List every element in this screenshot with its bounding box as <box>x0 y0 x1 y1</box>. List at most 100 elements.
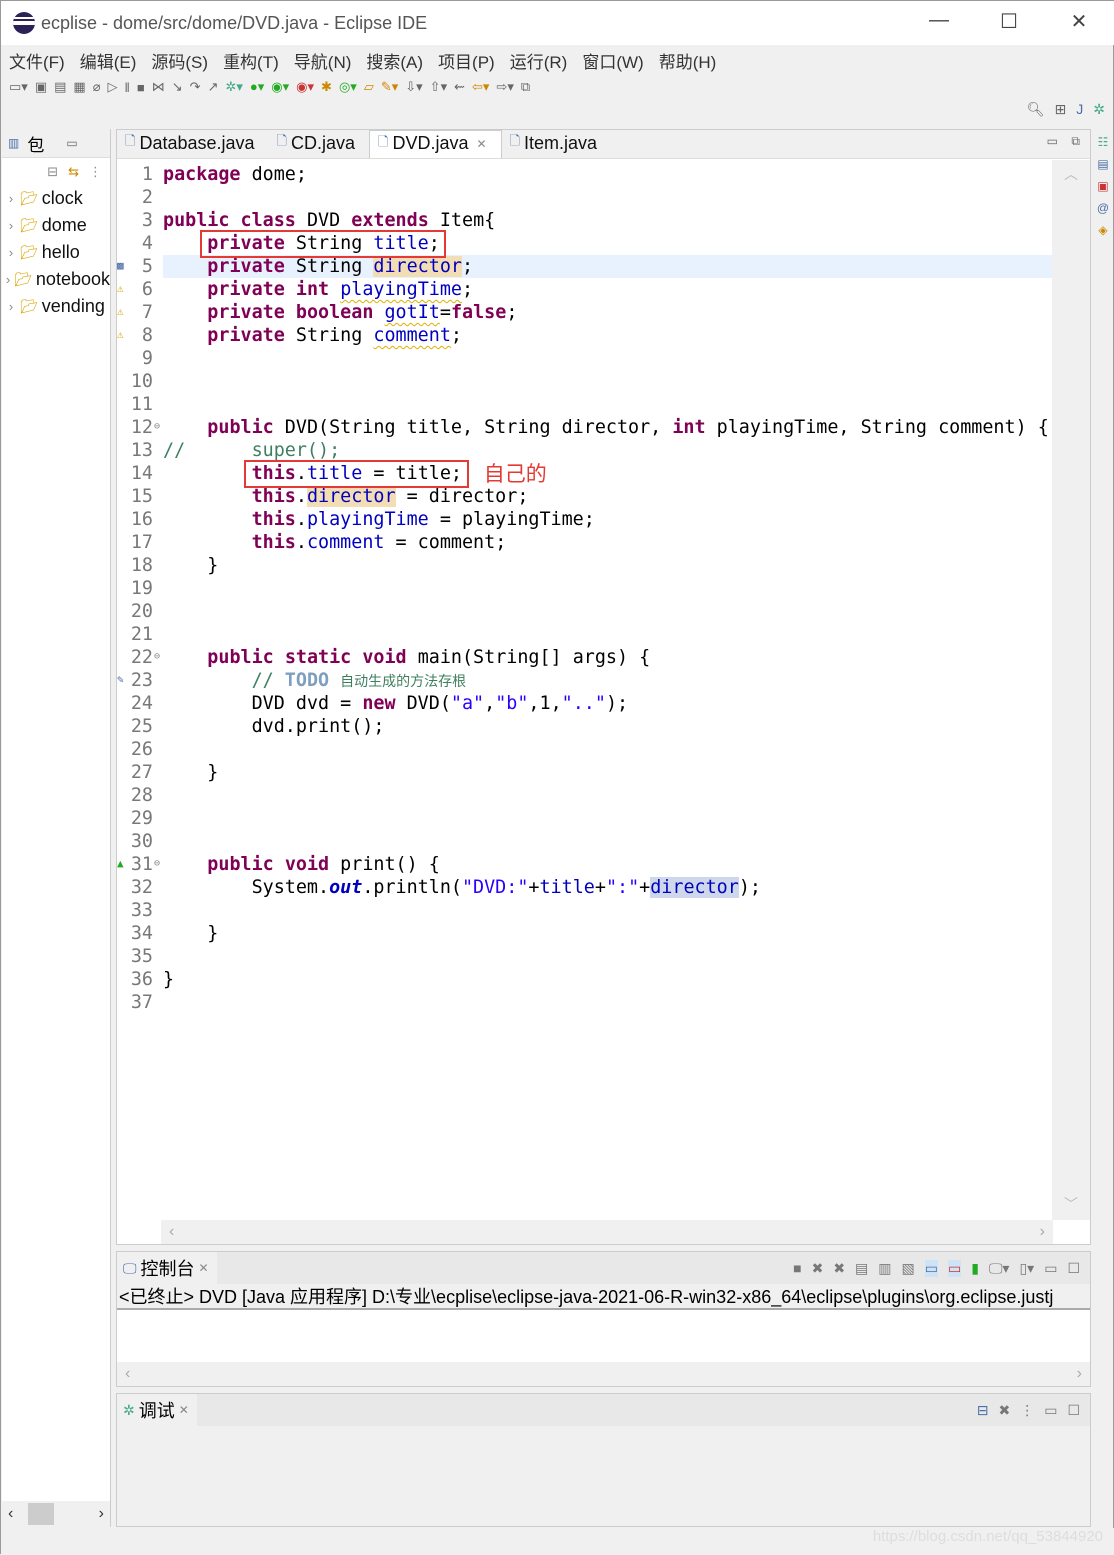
step-return-icon[interactable]: ↗ <box>208 79 219 95</box>
view-menu-icon[interactable]: ⋮ <box>1020 1402 1034 1419</box>
view-menu-icon[interactable]: ⋮ <box>89 164 102 180</box>
tab-dvd-java[interactable]: 🗋 DVD.java ✕ <box>369 130 502 158</box>
print-icon[interactable]: ▦ <box>73 79 85 95</box>
new-java-project-icon[interactable]: ✱ <box>321 79 332 95</box>
expand-arrow-icon[interactable]: › <box>2 191 20 206</box>
debug-tab[interactable]: ✲ 调试 ✕ <box>117 1394 197 1426</box>
tab-item-java[interactable]: 🗋 Item.java <box>502 130 611 158</box>
scroll-right-icon[interactable]: › <box>1077 1365 1082 1383</box>
menu-project[interactable]: 项目(P) <box>438 48 495 73</box>
menu-run[interactable]: 运行(R) <box>510 48 568 73</box>
link-editor-icon[interactable]: ⇆ <box>68 164 79 180</box>
outline-icon[interactable]: ☷ <box>1091 135 1114 149</box>
scroll-left-icon[interactable]: ‹ <box>125 1365 130 1383</box>
back-icon[interactable]: ⇦▾ <box>472 79 489 95</box>
code-line[interactable] <box>163 899 1053 922</box>
console-horizontal-scrollbar[interactable]: ‹ › <box>117 1362 1090 1386</box>
expand-arrow-icon[interactable]: › <box>2 245 20 260</box>
menu-help[interactable]: 帮助(H) <box>659 48 717 73</box>
code-line[interactable]: private boolean gotIt=false; <box>163 301 1053 324</box>
pin-console-icon[interactable]: ▮ <box>971 1260 979 1277</box>
code-line[interactable]: private String comment; <box>163 324 1053 347</box>
expand-arrow-icon[interactable]: › <box>2 272 14 287</box>
save-icon[interactable]: ▣ <box>35 79 47 95</box>
minimize-button[interactable]: — <box>919 9 959 32</box>
code-line[interactable]: } <box>163 922 1053 945</box>
show-stderr-icon[interactable]: ▭ <box>947 1259 962 1277</box>
open-type-icon[interactable]: ▱ <box>364 79 374 95</box>
last-edit-icon[interactable]: ⇜ <box>454 79 465 95</box>
code-line[interactable]: DVD dvd = new DVD("a","b",1,".."); <box>163 692 1053 715</box>
word-wrap-icon[interactable]: ▧ <box>902 1260 915 1277</box>
new-class-icon[interactable]: ◎▾ <box>339 79 357 95</box>
code-line[interactable] <box>163 807 1053 830</box>
menu-refactor[interactable]: 重构(T) <box>223 48 279 73</box>
debug-icon[interactable]: ✲▾ <box>225 79 242 95</box>
maximize-editor-icon[interactable]: ⧉ <box>1071 134 1080 149</box>
remove-all-icon[interactable]: ✖ <box>833 1260 845 1277</box>
close-tab-icon[interactable]: ✕ <box>199 1261 209 1275</box>
scroll-left-icon[interactable]: ‹ <box>8 1505 13 1523</box>
terminate-icon[interactable]: ■ <box>137 80 145 95</box>
minimize-view-icon[interactable]: ▭ <box>66 136 77 150</box>
code-line[interactable] <box>163 393 1053 416</box>
menu-window[interactable]: 窗口(W) <box>582 48 643 73</box>
close-button[interactable]: ✕ <box>1059 9 1099 34</box>
remove-launch-icon[interactable]: ✖ <box>812 1260 824 1277</box>
code-line[interactable]: public DVD(String title, String director… <box>163 416 1053 439</box>
menu-source[interactable]: 源码(S) <box>151 48 208 73</box>
code-line[interactable] <box>163 830 1053 853</box>
tree-item-project[interactable]: › 📂︎ vending <box>2 293 110 320</box>
code-area[interactable]: 1 package dome; 2 3 public class DVD extends… <box>117 160 1053 1220</box>
search-icon[interactable]: 🔍︎ <box>1027 101 1045 118</box>
open-perspective-icon[interactable]: ⊞ <box>1055 101 1067 118</box>
tab-database-java[interactable]: 🗋 Database.java <box>117 130 269 158</box>
expand-arrow-icon[interactable]: › <box>2 299 20 314</box>
external-tools-icon[interactable]: ◉▾ <box>296 79 314 95</box>
suspend-icon[interactable]: ‖ <box>125 80 130 95</box>
code-line[interactable] <box>163 991 1053 1014</box>
maximize-button[interactable]: ☐ <box>989 9 1029 34</box>
menu-edit[interactable]: 编辑(E) <box>80 48 137 73</box>
expand-arrow-icon[interactable]: › <box>2 218 20 233</box>
resume-icon[interactable]: ▷ <box>108 79 118 95</box>
code-line[interactable]: System.out.println("DVD:"+title+":"+dire… <box>163 876 1053 899</box>
run-icon[interactable]: ●▾ <box>250 79 264 95</box>
clear-console-icon[interactable]: ▤ <box>855 1260 868 1277</box>
close-tab-icon[interactable]: ✕ <box>179 1403 189 1417</box>
skip-breakpoints-icon[interactable]: ⌀ <box>93 79 101 95</box>
scroll-left-icon[interactable]: ‹ <box>169 1223 174 1241</box>
fold-toggle-icon[interactable]: ⊖ <box>154 421 160 432</box>
open-perspective-icon[interactable]: ⧉ <box>521 79 530 95</box>
scroll-right-icon[interactable]: › <box>99 1505 104 1523</box>
code-line[interactable]: } <box>163 968 1053 991</box>
disconnect-icon[interactable]: ⋈ <box>152 79 165 95</box>
tree-item-project[interactable]: › 📂︎ dome <box>2 212 110 239</box>
scroll-up-icon[interactable]: ︿ <box>1052 164 1090 184</box>
vertical-scrollbar[interactable]: ︿ ﹀ <box>1052 160 1090 1220</box>
terminate-icon[interactable]: ■ <box>793 1260 801 1277</box>
maximize-view-icon[interactable]: ☐ <box>1067 1402 1080 1419</box>
tree-item-project[interactable]: › 📂︎ clock <box>2 185 110 212</box>
collapse-all-icon[interactable]: ⊟ <box>977 1402 989 1419</box>
code-line[interactable]: // super(); <box>163 439 1053 462</box>
coverage-icon[interactable]: ◉▾ <box>271 79 289 95</box>
code-line[interactable]: // TODO 自动生成的方法存根 <box>163 669 1053 692</box>
search-tool-icon[interactable]: ✎▾ <box>381 79 398 95</box>
remove-all-icon[interactable]: ✖ <box>998 1402 1010 1419</box>
console-output[interactable] <box>117 1310 1090 1362</box>
display-console-icon[interactable]: 🖵︎▾ <box>989 1260 1010 1277</box>
code-line[interactable] <box>163 738 1053 761</box>
menu-file[interactable]: 文件(F) <box>9 48 65 73</box>
scroll-thumb[interactable] <box>28 1503 54 1525</box>
step-over-icon[interactable]: ↷ <box>190 79 201 95</box>
new-icon[interactable]: ▭▾ <box>9 79 28 95</box>
code-line[interactable] <box>163 600 1053 623</box>
show-stdout-icon[interactable]: ▭ <box>924 1259 938 1277</box>
annotation-next-icon[interactable]: ⇩▾ <box>405 79 422 95</box>
package-explorer-tab[interactable]: ▥ 包 ▭ <box>2 129 110 158</box>
scroll-lock-icon[interactable]: ▥ <box>878 1260 891 1277</box>
code-line[interactable]: this.comment = comment; <box>163 531 1053 554</box>
problems-icon[interactable]: ▣ <box>1091 179 1114 193</box>
open-console-icon[interactable]: ▯▾ <box>1019 1260 1034 1277</box>
